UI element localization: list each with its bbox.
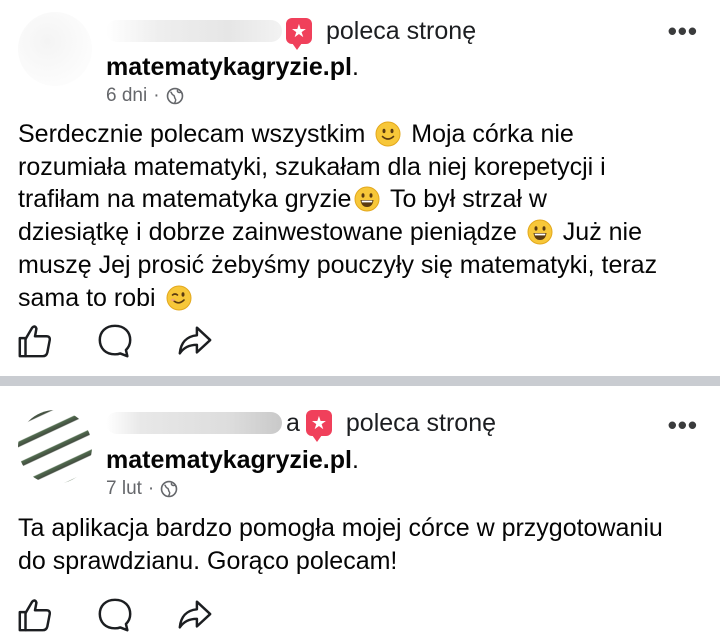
post-text-line: do sprawdzianu. Gorąco polecam! <box>18 546 398 575</box>
thumbs-up-icon[interactable] <box>16 596 54 634</box>
author-name-tail: a <box>286 408 300 437</box>
post-text-line: Serdecznie polecam wszystkim Moja córka … <box>18 120 574 148</box>
comment-bubble-icon[interactable] <box>96 322 134 360</box>
post-text-line: rozumiała matematyki, szukałam dla niej … <box>18 152 606 181</box>
post-timestamp[interactable]: 6 dni <box>106 85 147 107</box>
post-text-line: sama to robi <box>18 282 708 315</box>
post-text-line: trafiłam na matematyka gryzie To był str… <box>18 185 547 214</box>
thumbs-up-icon[interactable] <box>16 322 54 360</box>
recommendation-post: ★ poleca stronę matematykagryzie.pl. 6 d… <box>0 0 720 376</box>
blurred-author-name[interactable] <box>106 20 282 42</box>
page-name-period: . <box>351 446 359 474</box>
page-name-line: matematykagryzie.pl. <box>106 53 359 82</box>
avatar[interactable] <box>18 410 92 484</box>
meta-separator: · <box>153 85 160 106</box>
post-text: Serdecznie polecam wszystkim Moja córka … <box>18 118 708 314</box>
page-name-link[interactable]: matematykagryzie.pl <box>106 53 352 81</box>
more-options-button[interactable]: ••• <box>668 412 698 438</box>
recommendation-post: a ★ poleca stronę matematykagryzie.pl. 7… <box>0 386 720 639</box>
post-actions <box>16 596 214 634</box>
post-header: a ★ poleca stronę <box>106 406 497 442</box>
post-text-line: dziesiątkę i dobrze zainwestowane pienią… <box>18 218 643 247</box>
page-name-link[interactable]: matematykagryzie.pl <box>106 446 352 474</box>
globe-icon <box>166 87 183 105</box>
post-actions <box>16 322 214 360</box>
star-badge-icon: ★ <box>286 18 312 50</box>
grinning-face-emoji <box>354 186 380 212</box>
post-text: Ta aplikacja bardzo pomogła mojej córce … <box>18 512 708 577</box>
globe-icon <box>160 480 178 498</box>
page-name-line: matematykagryzie.pl. <box>106 446 359 475</box>
post-timestamp[interactable]: 7 lut <box>106 478 142 500</box>
avatar[interactable] <box>18 12 92 86</box>
share-arrow-icon[interactable] <box>176 322 214 360</box>
blurred-author-name[interactable] <box>106 412 282 434</box>
post-separator <box>0 376 720 386</box>
post-header: ★ poleca stronę <box>106 14 477 50</box>
blurred-avatar <box>18 410 92 484</box>
meta-separator: · <box>147 478 155 499</box>
comment-bubble-icon[interactable] <box>96 596 134 634</box>
blurred-avatar <box>18 12 92 86</box>
slightly-smiling-face-emoji <box>375 121 401 147</box>
post-text-line: muszę Jej prosić żebyśmy pouczyły się ma… <box>18 250 658 279</box>
share-arrow-icon[interactable] <box>176 596 214 634</box>
more-options-button[interactable]: ••• <box>668 18 698 44</box>
post-text-line: Ta aplikacja bardzo pomogła mojej córce … <box>18 514 663 542</box>
page-name-period: . <box>351 53 359 81</box>
post-meta: 6 dni · <box>106 85 184 107</box>
star-badge-icon: ★ <box>305 410 332 442</box>
recommends-label: poleca stronę <box>345 408 497 437</box>
grinning-face-emoji <box>527 219 553 245</box>
recommends-label: poleca stronę <box>326 16 477 45</box>
post-meta: 7 lut · <box>106 478 178 500</box>
winking-face-emoji <box>166 285 192 311</box>
